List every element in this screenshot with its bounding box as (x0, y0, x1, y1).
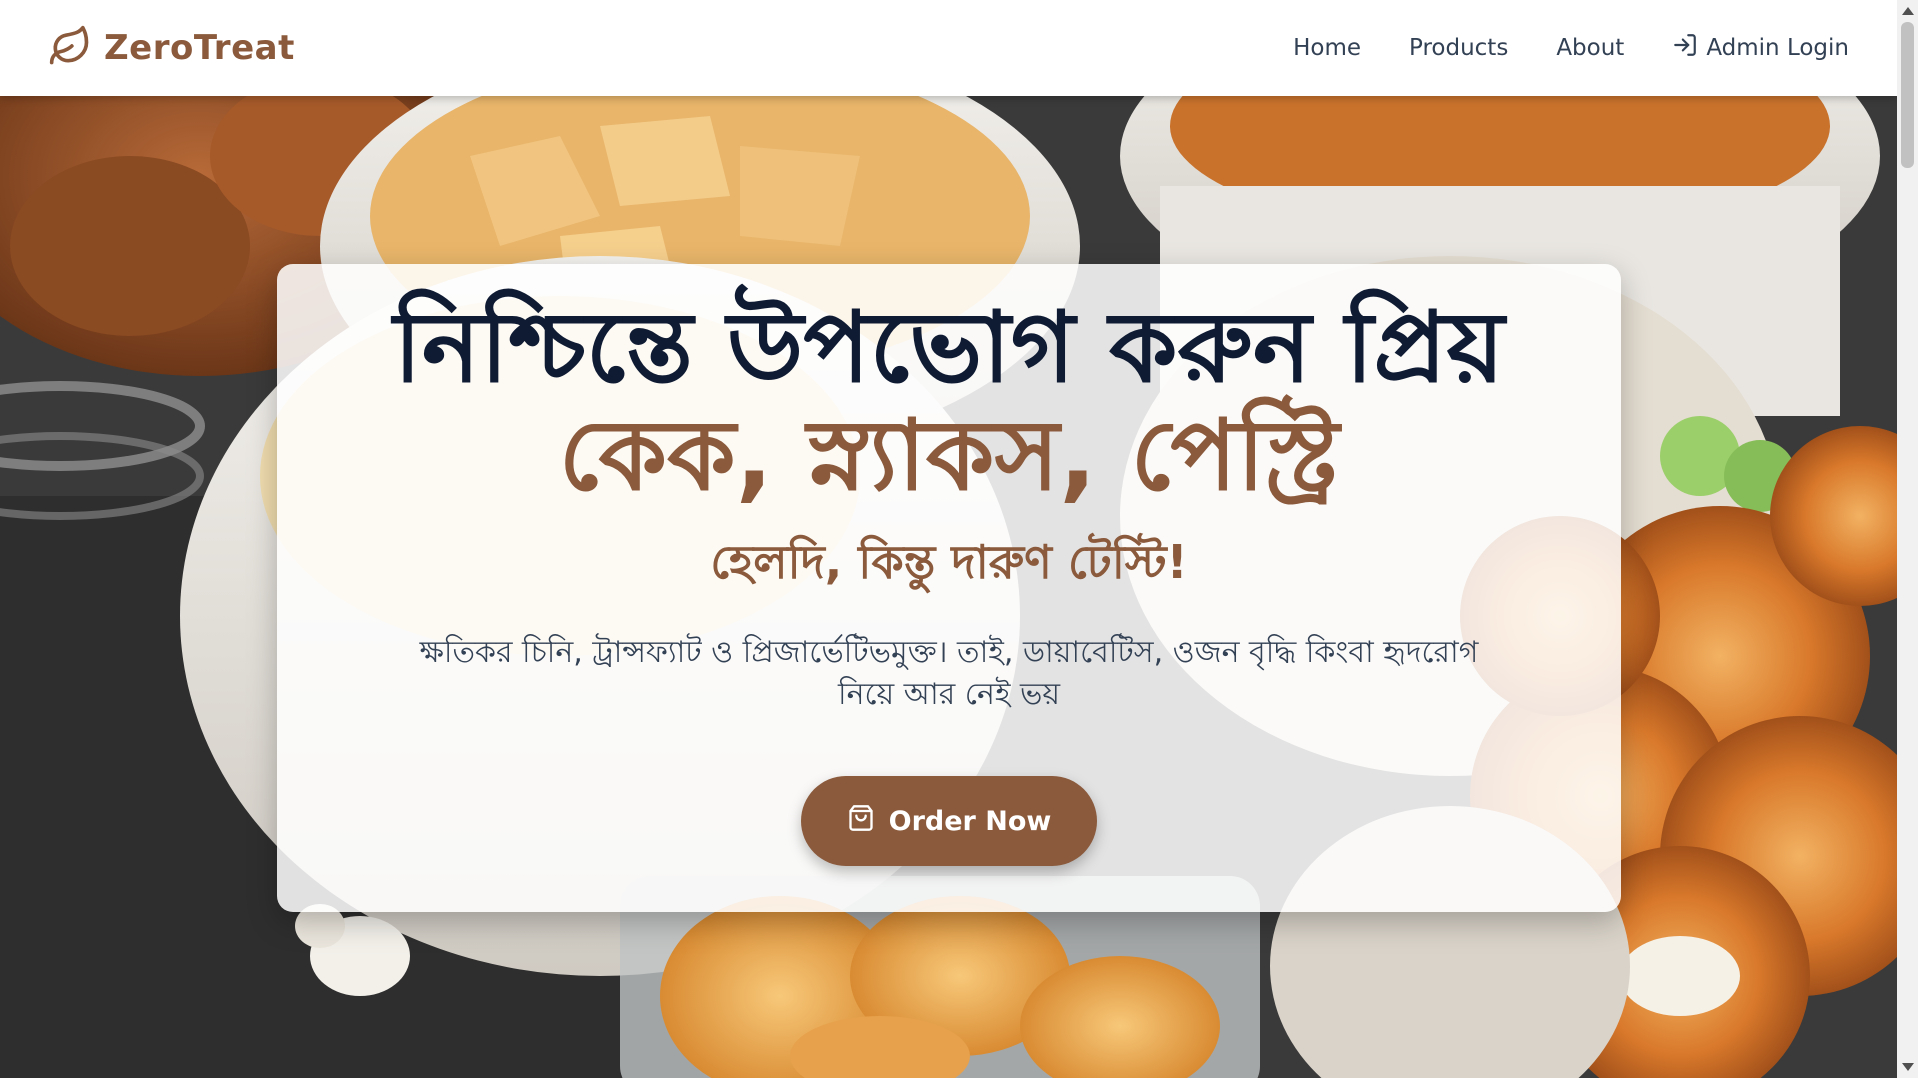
hero-subheadline: হেলদি, কিন্তু দারুণ টেস্টি! (710, 535, 1188, 589)
scroll-up-arrow-icon[interactable] (1902, 7, 1914, 15)
page-scrollbar[interactable] (1897, 0, 1918, 1078)
hero-description: ক্ষতিকর চিনি, ট্রান্সফ্যাট ও প্রিজার্ভেট… (419, 635, 1479, 712)
shopping-bag-icon (847, 804, 875, 839)
nav-about-link[interactable]: About (1556, 35, 1624, 61)
scrollbar-thumb[interactable] (1901, 22, 1914, 168)
nav-products-link[interactable]: Products (1409, 35, 1508, 61)
page: ZeroTreat Home Products About Admin Logi… (0, 0, 1918, 1078)
nav-admin-login-link[interactable]: Admin Login (1672, 32, 1849, 64)
admin-login-label: Admin Login (1706, 35, 1849, 61)
hero-headline-line-1: নিশ্চিন্তে উপভোগ করুন প্রিয় (393, 291, 1505, 405)
order-now-label: Order Now (888, 805, 1052, 837)
hero-headline-line-2: কেক, স্ন্যাকস, পেস্ট্রি (558, 399, 1340, 513)
nav-links: Home Products About Admin Login (1293, 32, 1849, 64)
order-now-button[interactable]: Order Now (800, 776, 1098, 866)
brand-name: ZeroTreat (104, 28, 295, 68)
navbar: ZeroTreat Home Products About Admin Logi… (0, 0, 1897, 96)
hero-card: নিশ্চিন্তে উপভোগ করুন প্রিয় কেক, স্ন্যা… (277, 264, 1621, 912)
scroll-down-arrow-icon[interactable] (1902, 1063, 1914, 1071)
login-icon (1672, 32, 1698, 64)
nav-home-link[interactable]: Home (1293, 35, 1361, 61)
leaf-icon (48, 24, 92, 72)
brand-logo-link[interactable]: ZeroTreat (48, 24, 295, 72)
